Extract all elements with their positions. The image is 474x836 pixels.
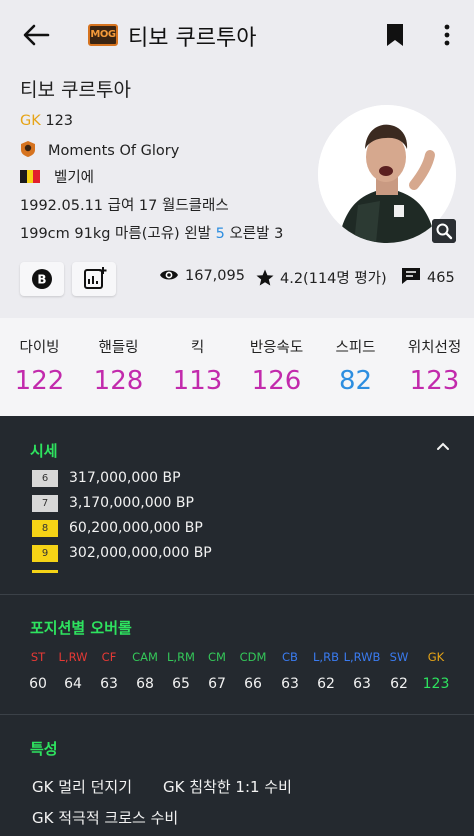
stat-label: 핸들링	[98, 340, 139, 356]
divider	[0, 594, 474, 595]
level-badge: 6	[32, 470, 58, 487]
zoom-icon[interactable]	[432, 219, 456, 243]
stat-value: 126	[251, 366, 302, 396]
market-title: 시세	[30, 442, 58, 460]
stat-label: 위치선정	[407, 340, 462, 356]
price-row: 7 3,170,000,000 BP	[32, 495, 194, 512]
main-stats-panel: 다이빙 122 핸들링 128 킥 113 반응속도 126 스피드 82 위치…	[0, 318, 474, 416]
right-foot-info: 오른발 3	[224, 226, 284, 242]
bitcoin-icon: B	[32, 269, 52, 289]
stat-value: 128	[93, 366, 144, 396]
level-badge: 7	[32, 495, 58, 512]
mog-season-logo: MOG	[88, 24, 118, 46]
stat-label: 반응속도	[249, 340, 304, 356]
stat-label: 스피드	[335, 340, 376, 356]
belgium-flag-icon	[20, 170, 40, 183]
price-row: 9 302,000,000,000 BP	[32, 545, 212, 562]
level-badge: 9	[32, 545, 58, 562]
partial-level-badge	[32, 570, 58, 573]
price-value: 317,000,000 BP	[69, 470, 181, 486]
stat-value: 82	[338, 366, 373, 396]
bookmark-icon[interactable]	[384, 22, 406, 48]
more-options-icon[interactable]	[438, 22, 456, 48]
divider	[0, 714, 474, 715]
views-count: 167,095	[185, 268, 245, 284]
info-row: 1992.05.11 급여 17 월드클래스	[20, 198, 229, 214]
price-value: 60,200,000,000 BP	[69, 520, 203, 536]
position-label: GK	[20, 113, 41, 129]
add-chart-button[interactable]	[72, 262, 116, 296]
stat-value: 123	[409, 366, 460, 396]
price-row: 8 60,200,000,000 BP	[32, 520, 203, 537]
chevron-up-icon[interactable]	[435, 440, 451, 452]
level-badge: 8	[32, 520, 58, 537]
traits-title: 특성	[30, 740, 58, 758]
comment-icon	[402, 268, 420, 284]
nation-name: 벨기에	[54, 170, 95, 186]
stat-label: 킥	[190, 340, 205, 356]
body-row: 199cm 91kg 마름(고유) 왼발 5 오른발 3	[20, 222, 283, 243]
overall-value: 123	[45, 113, 74, 129]
price-row: 6 317,000,000 BP	[32, 470, 181, 487]
left-foot-value: 5	[215, 226, 225, 242]
stat-value: 122	[14, 366, 65, 396]
star-icon	[256, 269, 274, 286]
position-ovr-title: 포지션별 오버롤	[30, 619, 132, 637]
trait-item: GK 침착한 1:1 수비	[163, 778, 292, 796]
stat-label: 다이빙	[19, 340, 60, 356]
comments-count: 465	[427, 270, 455, 286]
page-title: 티보 쿠르투아	[128, 26, 257, 51]
comments-stat[interactable]: 465	[401, 267, 455, 286]
season-row: Moments Of Glory	[20, 140, 179, 159]
season-name: Moments Of Glory	[48, 143, 180, 159]
trait-item: GK 적극적 크로스 수비	[32, 809, 179, 827]
bp-price-button[interactable]: B	[20, 262, 64, 296]
back-arrow-icon[interactable]	[18, 20, 52, 50]
views-stat: 167,095	[159, 267, 245, 284]
position-label: GK	[427, 650, 445, 664]
position-overall: GK 123	[20, 113, 73, 129]
player-name: 티보 쿠르투아	[20, 79, 131, 101]
position-value: 123	[422, 676, 450, 692]
rating-stat[interactable]: 4.2(114명 평가)	[256, 267, 387, 288]
price-value: 3,170,000,000 BP	[69, 495, 194, 511]
body-info: 199cm 91kg 마름(고유) 왼발	[20, 226, 216, 242]
trait-item: GK 멀리 던지기	[32, 778, 132, 796]
bitcoin-letter: B	[37, 273, 46, 287]
eye-icon	[160, 270, 178, 280]
stat-value: 113	[172, 366, 223, 396]
price-value: 302,000,000,000 BP	[69, 545, 212, 561]
app-bar: MOG 티보 쿠르투아	[0, 0, 474, 70]
nation-row: 벨기에	[20, 166, 94, 187]
season-badge-icon	[21, 141, 35, 157]
add-chart-icon	[84, 267, 107, 289]
rating-value: 4.2(114명 평가)	[280, 271, 387, 287]
